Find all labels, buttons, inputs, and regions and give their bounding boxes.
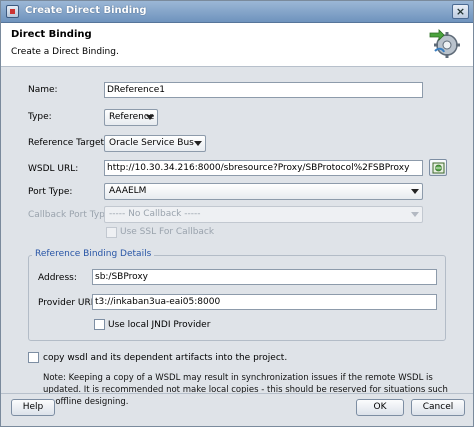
dialog-header: Direct Binding Create a Direct Binding. [1, 23, 473, 67]
provider-url-label: Provider URL: [38, 298, 99, 308]
ok-button[interactable]: OK [356, 399, 404, 416]
chevron-down-icon [411, 212, 419, 217]
cancel-button[interactable]: Cancel [411, 399, 465, 416]
copy-wsdl-checkbox[interactable] [28, 352, 39, 363]
type-label: Type: [28, 112, 52, 122]
help-button[interactable]: Help [11, 399, 55, 416]
callback-port-type-label: Callback Port Type: [28, 210, 114, 220]
reference-target-label: Reference Target: [28, 138, 108, 148]
wizard-gear-icon [429, 29, 460, 58]
reference-target-select[interactable]: Oracle Service Bus [104, 135, 206, 152]
port-type-label: Port Type: [28, 187, 73, 197]
reference-target-value: Oracle Service Bus [109, 138, 194, 148]
chevron-down-icon [411, 189, 419, 194]
port-type-value: AAAELM [109, 186, 147, 196]
provider-url-field[interactable]: t3://inkaban3ua-eai05:8000 [92, 294, 437, 310]
browse-wsdl-icon [432, 162, 445, 174]
header-title: Direct Binding [11, 29, 92, 40]
name-field[interactable]: DReference1 [104, 82, 423, 98]
use-ssl-callback-label: Use SSL For Callback [120, 227, 215, 237]
chevron-down-icon [194, 141, 202, 146]
header-subtitle: Create a Direct Binding. [11, 47, 119, 57]
wsdl-url-label: WSDL URL: [28, 164, 79, 174]
name-label: Name: [28, 85, 58, 95]
create-direct-binding-dialog: Create Direct Binding × Direct Binding C… [0, 0, 474, 427]
port-type-select[interactable]: AAAELM [104, 183, 423, 200]
type-select[interactable]: Reference [104, 109, 158, 126]
reference-binding-group-title: Reference Binding Details [32, 249, 155, 259]
use-local-jndi-checkbox[interactable] [94, 319, 105, 330]
use-ssl-callback-checkbox [106, 227, 117, 238]
address-label: Address: [38, 273, 77, 283]
use-local-jndi-label: Use local JNDI Provider [108, 320, 211, 330]
wsdl-url-field[interactable]: http://10.30.34.216:8000/sbresource?Prox… [104, 160, 423, 176]
footer-separator [1, 393, 473, 394]
copy-wsdl-label: copy wsdl and its dependent artifacts in… [43, 353, 288, 363]
chevron-down-icon [146, 115, 154, 120]
close-button[interactable]: × [452, 4, 469, 19]
window-title: Create Direct Binding [25, 5, 147, 16]
close-icon: × [455, 5, 466, 18]
browse-wsdl-button[interactable] [429, 159, 447, 176]
title-bar[interactable]: Create Direct Binding × [1, 1, 473, 23]
callback-port-type-select: ----- No Callback ----- [104, 206, 423, 223]
address-field[interactable]: sb:/SBProxy [92, 269, 437, 285]
callback-port-type-value: ----- No Callback ----- [109, 209, 201, 219]
app-icon [6, 5, 19, 18]
